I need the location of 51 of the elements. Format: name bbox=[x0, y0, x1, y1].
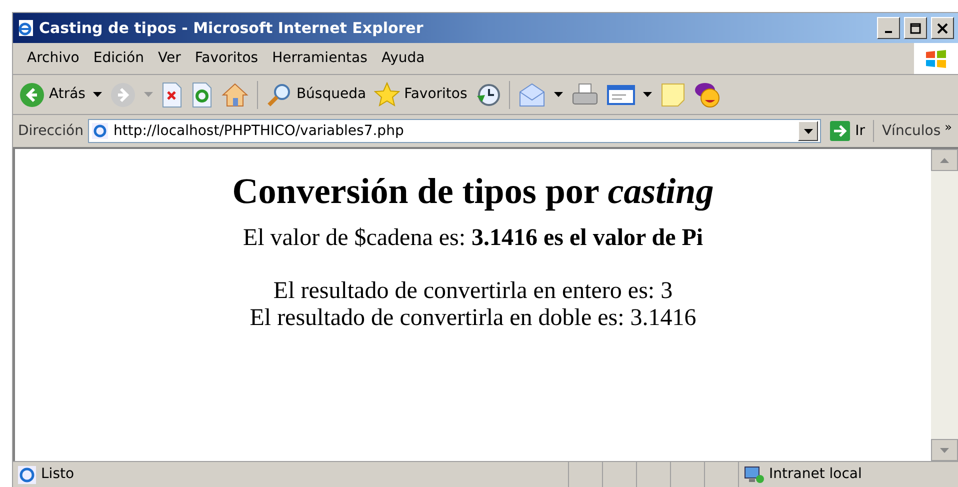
maximize-button[interactable] bbox=[904, 17, 927, 39]
page-text: El resultado de convertirla en doble es: 3.1416 bbox=[250, 305, 696, 332]
history-icon[interactable] bbox=[475, 82, 502, 108]
menu-item[interactable]: Edición bbox=[93, 48, 144, 69]
scroll-up-button[interactable] bbox=[931, 149, 958, 171]
printer-icon[interactable] bbox=[571, 82, 600, 108]
browser-icon bbox=[17, 19, 35, 37]
mail-icon[interactable] bbox=[518, 82, 546, 108]
dropdown-caret-icon[interactable] bbox=[93, 92, 102, 97]
search-icon bbox=[266, 82, 292, 108]
up-arrow-icon bbox=[940, 158, 949, 162]
minimize-button[interactable] bbox=[877, 17, 900, 39]
refresh-icon[interactable] bbox=[191, 82, 214, 108]
menu-item[interactable]: Herramientas bbox=[272, 48, 368, 69]
menu-item[interactable]: Ver bbox=[158, 48, 181, 69]
status-text: Listo bbox=[41, 465, 74, 484]
address-dropdown-button[interactable] bbox=[798, 121, 818, 141]
menu-item[interactable]: Favoritos bbox=[194, 48, 258, 69]
page-icon bbox=[91, 122, 110, 140]
menu-item[interactable]: Archivo bbox=[27, 48, 80, 69]
page-text: El resultado de convertirla en entero es: 3 bbox=[273, 278, 673, 305]
vertical-scrollbar[interactable] bbox=[931, 149, 958, 461]
links-more-chevron[interactable]: » bbox=[944, 118, 958, 144]
menu-item[interactable]: Ayuda bbox=[381, 48, 425, 69]
address-label: Dirección bbox=[17, 122, 84, 140]
minimize-icon bbox=[885, 31, 892, 33]
dropdown-caret-icon[interactable] bbox=[643, 92, 652, 97]
window-title: Casting de tipos - Microsoft Internet Explorer bbox=[39, 18, 424, 39]
zone-text: Intranet local bbox=[769, 465, 862, 484]
star-icon bbox=[374, 82, 400, 108]
go-button[interactable]: Ir bbox=[821, 120, 874, 142]
caret-icon bbox=[804, 128, 813, 134]
page-text: El valor de $cadena es: 3.1416 es el valor de Pi bbox=[242, 225, 704, 252]
network-computer-icon bbox=[743, 464, 765, 484]
links-label[interactable]: Vínculos bbox=[874, 120, 945, 142]
search-button[interactable]: Búsqueda bbox=[266, 82, 366, 108]
close-icon bbox=[937, 22, 948, 34]
page-icon bbox=[17, 464, 37, 484]
smiley-icon[interactable] bbox=[694, 80, 722, 108]
dropdown-caret-icon[interactable] bbox=[554, 92, 564, 97]
home-icon[interactable] bbox=[221, 82, 250, 108]
favorites-button[interactable]: Favoritos bbox=[374, 82, 468, 108]
close-button[interactable] bbox=[931, 17, 954, 39]
back-button[interactable]: Atrás bbox=[19, 82, 86, 108]
down-arrow-icon bbox=[940, 448, 949, 452]
address-field[interactable]: http://localhost/PHPTHICO/variables7.php bbox=[88, 119, 822, 143]
windows-flag-icon bbox=[925, 48, 947, 68]
maximize-icon bbox=[910, 22, 921, 34]
page-heading: Conversión de tipos por casting bbox=[232, 171, 714, 211]
stop-icon[interactable] bbox=[161, 82, 184, 108]
scroll-down-button[interactable] bbox=[931, 439, 958, 461]
